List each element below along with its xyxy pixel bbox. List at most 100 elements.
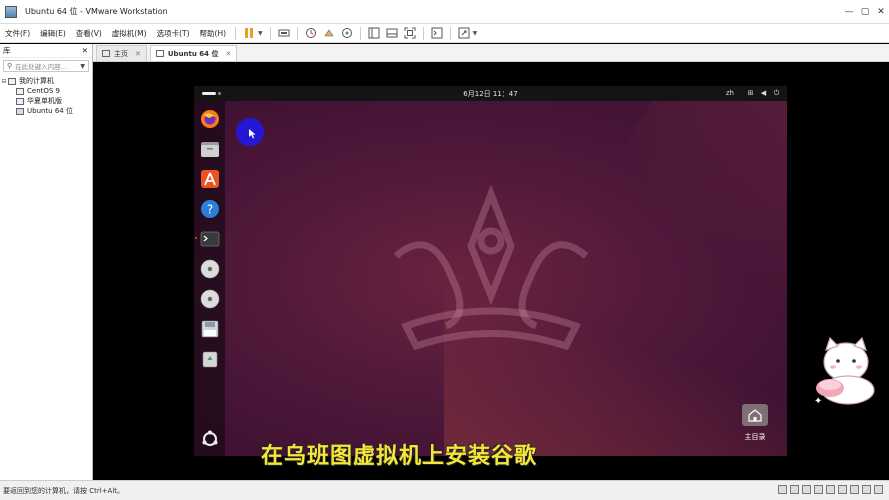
app-center-icon[interactable] <box>199 168 220 189</box>
thumbnail-view-icon[interactable] <box>384 25 400 41</box>
window-controls: — ▢ ✕ <box>841 0 889 24</box>
mouse-cursor-highlight <box>236 118 264 146</box>
search-icon: ⚲ <box>7 62 13 70</box>
maximize-button[interactable]: ▢ <box>857 0 873 24</box>
firefox-icon[interactable] <box>199 108 220 129</box>
snapshot-icon[interactable] <box>303 25 319 41</box>
cat-mascot-sticker: ✦ <box>814 336 875 407</box>
console-view-icon[interactable] <box>429 25 445 41</box>
ubuntu-desktop[interactable] <box>194 101 787 456</box>
fullscreen-icon[interactable] <box>402 25 418 41</box>
window-title: Ubuntu 64 位 - VMware Workstation <box>25 7 168 16</box>
toolbar-separator <box>296 26 298 40</box>
cd-icon[interactable] <box>802 485 811 494</box>
files-icon[interactable] <box>199 138 220 159</box>
minimize-button[interactable]: — <box>841 0 857 24</box>
video-subtitle: 在乌班图虚拟机上安装谷歌 <box>261 444 538 469</box>
vm-tree: ⊟ 我的计算机 CentOS 9 华夏单机版 Ubuntu 64 位 <box>0 76 92 116</box>
revert-snapshot-icon[interactable] <box>321 25 337 41</box>
vm-icon <box>16 97 24 105</box>
tab-label: 主页 <box>114 49 128 58</box>
menu-help[interactable]: 帮助(H) <box>195 28 232 39</box>
help-icon[interactable]: ? <box>199 198 220 219</box>
display-icon[interactable] <box>874 485 883 494</box>
send-ctrl-alt-del-icon[interactable] <box>276 25 292 41</box>
menu-tabs[interactable]: 选项卡(T) <box>152 28 195 39</box>
library-view-icon[interactable] <box>366 25 382 41</box>
close-icon[interactable]: ✕ <box>225 50 231 58</box>
usb-icon[interactable] <box>838 485 847 494</box>
chevron-down-icon[interactable]: ▼ <box>258 30 263 37</box>
printer-icon[interactable] <box>862 485 871 494</box>
chevron-down-icon[interactable]: ▼ <box>473 30 478 37</box>
power-icon: ⏻ <box>773 88 780 97</box>
close-icon[interactable]: ✕ <box>82 46 88 55</box>
close-button[interactable]: ✕ <box>873 0 889 24</box>
menu-file[interactable]: 文件(F) <box>0 28 35 39</box>
input-language[interactable]: zh <box>726 89 734 97</box>
title-bar: Ubuntu 64 位 - VMware Workstation — ▢ ✕ <box>0 0 889 24</box>
status-message: 要返回到您的计算机，请按 Ctrl+Alt。 <box>3 486 125 495</box>
close-icon[interactable]: ✕ <box>135 50 141 58</box>
library-panel: 库 ✕ ⚲ 在此处键入内容... ▼ ⊟ 我的计算机 CentOS 9 华夏单机… <box>0 44 93 480</box>
toolbar-separator <box>449 26 451 40</box>
tab-home[interactable]: 主页 ✕ <box>96 45 147 61</box>
toolbar-separator <box>422 26 424 40</box>
vm-running-icon <box>16 107 24 115</box>
clock[interactable]: 6月12日 11：47 <box>194 89 787 99</box>
menu-vm[interactable]: 虚拟机(M) <box>107 28 152 39</box>
library-search-input[interactable]: ⚲ 在此处键入内容... ▼ <box>3 60 89 72</box>
tree-item-vm[interactable]: 华夏单机版 <box>0 96 92 106</box>
sound-icon[interactable] <box>850 485 859 494</box>
tab-label: Ubuntu 64 位 <box>167 49 219 58</box>
tree-item-vm[interactable]: CentOS 9 <box>0 86 92 96</box>
collapse-icon[interactable]: ⊟ <box>0 78 8 85</box>
vmware-app-icon <box>5 5 17 18</box>
toolbar-separator <box>359 26 361 40</box>
home-folder-label: 主目录 <box>744 433 766 441</box>
cd-icon[interactable] <box>790 485 799 494</box>
toolbar-separator <box>269 26 271 40</box>
system-tray[interactable]: ⊞ ◀ ⏻ <box>746 88 781 98</box>
ubuntu-dock: ? <box>194 101 225 456</box>
network-icon: ⊞ <box>747 89 754 97</box>
tab-ubuntu[interactable]: Ubuntu 64 位 ✕ <box>149 45 238 61</box>
volume-icon: ◀ <box>760 89 767 97</box>
library-header: 库 ✕ <box>0 44 92 58</box>
guest-screen[interactable]: 6月12日 11：47 zh ⊞ ◀ ⏻ ? <box>194 86 787 456</box>
terminal-icon[interactable] <box>199 228 220 249</box>
floppy-icon[interactable] <box>814 485 823 494</box>
pause-icon[interactable] <box>241 25 257 41</box>
menu-bar: 文件(F) 编辑(E) 查看(V) 虚拟机(M) 选项卡(T) 帮助(H) ▼ … <box>0 24 889 43</box>
tree-root[interactable]: ⊟ 我的计算机 <box>0 76 92 86</box>
home-folder-icon[interactable] <box>742 404 768 426</box>
tab-bar: 主页 ✕ Ubuntu 64 位 ✕ <box>93 44 889 62</box>
menu-edit[interactable]: 编辑(E) <box>35 28 71 39</box>
tree-root-label: 我的计算机 <box>19 77 54 85</box>
svg-text:?: ? <box>206 202 212 216</box>
menu-view[interactable]: 查看(V) <box>71 28 107 39</box>
tree-item-label: Ubuntu 64 位 <box>27 107 73 115</box>
library-title: 库 <box>3 46 11 55</box>
gnome-top-bar: 6月12日 11：47 zh ⊞ ◀ ⏻ <box>194 86 787 101</box>
chevron-down-icon[interactable]: ▼ <box>80 63 85 70</box>
tree-item-vm[interactable]: Ubuntu 64 位 <box>0 106 92 116</box>
stretch-guest-icon[interactable] <box>456 25 472 41</box>
svg-text:✦: ✦ <box>814 396 822 407</box>
floppy-icon[interactable] <box>199 318 220 339</box>
vm-icon <box>16 87 24 95</box>
running-indicator <box>195 237 197 239</box>
wallpaper-crown-icon <box>393 186 589 351</box>
disc-icon[interactable] <box>199 258 220 279</box>
show-apps-icon[interactable] <box>199 428 220 449</box>
vm-icon <box>155 50 164 57</box>
trash-icon[interactable] <box>199 348 220 369</box>
network-icon[interactable] <box>826 485 835 494</box>
home-icon <box>102 50 110 57</box>
toolbar-separator <box>235 26 237 40</box>
disc-icon-2[interactable] <box>199 288 220 309</box>
hdd-icon[interactable] <box>778 485 787 494</box>
tree-item-label: 华夏单机版 <box>27 97 62 105</box>
snapshot-manager-icon[interactable] <box>339 25 355 41</box>
status-bar: 要返回到您的计算机，请按 Ctrl+Alt。 <box>0 480 889 500</box>
